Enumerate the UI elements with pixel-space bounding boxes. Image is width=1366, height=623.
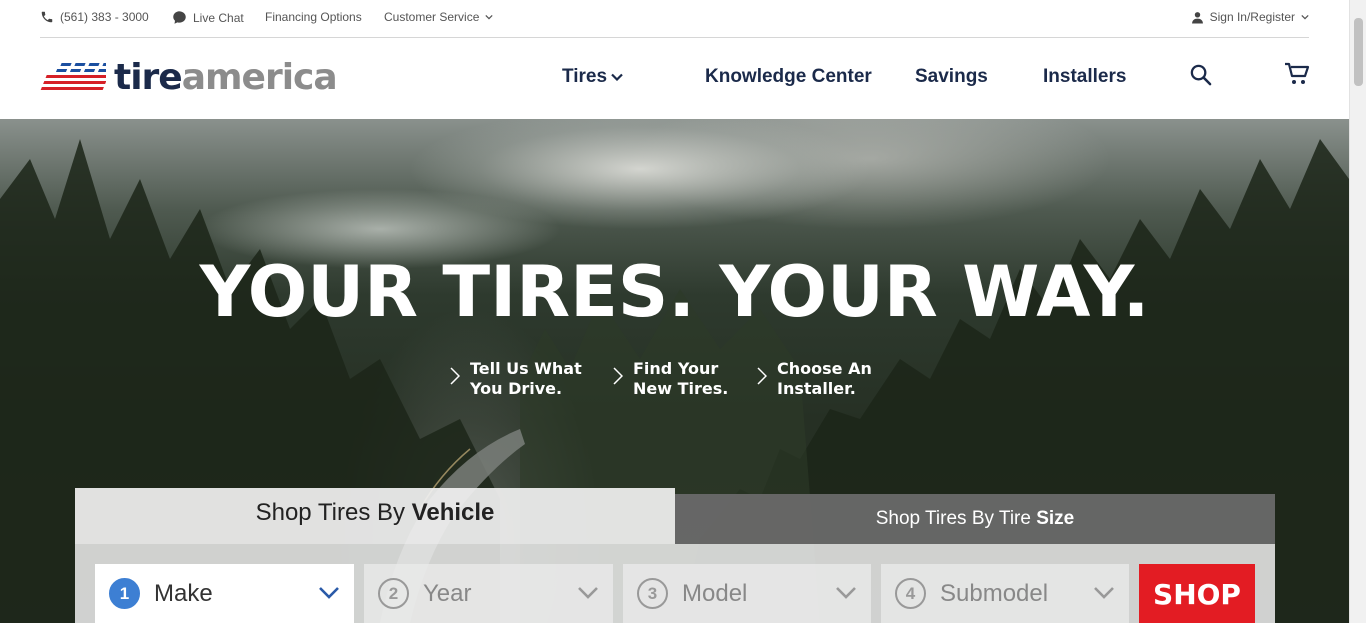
- phone-icon: [41, 11, 53, 23]
- chevron-down-icon: [485, 14, 493, 20]
- vehicle-selector-panel: 1 Make 2 Year 3 Model 4 Submodel SHOP: [75, 544, 1275, 623]
- hero-step-2: Find Your New Tires.: [613, 359, 728, 399]
- nav-tires-label: Tires: [562, 66, 608, 87]
- hero-banner: YOUR TIRES. YOUR WAY. Tell Us What You Dr…: [0, 119, 1349, 623]
- chevron-down-icon: [836, 587, 856, 599]
- step-3-line-2: Installer.: [777, 379, 856, 398]
- sign-in-label: Sign In/Register: [1209, 10, 1295, 24]
- cart-button[interactable]: [1284, 62, 1310, 91]
- step-2-line-1: Find Your: [633, 359, 719, 378]
- live-chat-link[interactable]: Live Chat: [172, 10, 244, 25]
- shop-button[interactable]: SHOP: [1139, 564, 1255, 623]
- chevron-down-icon: [319, 587, 339, 599]
- phone-link[interactable]: (561) 383 - 3000: [40, 10, 149, 24]
- page-scrollbar[interactable]: [1349, 0, 1366, 623]
- tab-vehicle-prefix: Shop Tires By: [255, 499, 405, 526]
- flag-stripes-icon: [40, 63, 106, 90]
- scrollbar-thumb[interactable]: [1354, 18, 1363, 86]
- step-1-line-1: Tell Us What: [470, 359, 582, 378]
- make-label: Make: [154, 579, 213, 607]
- chevron-right-icon: [450, 367, 460, 385]
- chevron-right-icon: [613, 367, 623, 385]
- submodel-label: Submodel: [940, 579, 1049, 607]
- step-number-badge: 3: [637, 578, 668, 609]
- step-number-badge: 4: [895, 578, 926, 609]
- step-1-line-2: You Drive.: [470, 379, 563, 398]
- year-label: Year: [423, 579, 472, 607]
- nav-installers-label: Installers: [1043, 66, 1127, 87]
- nav-savings[interactable]: Savings: [915, 66, 988, 88]
- make-select[interactable]: 1 Make: [95, 564, 354, 623]
- search-icon: [1190, 64, 1212, 86]
- logo-wordmark: tireamerica: [114, 57, 338, 98]
- nav-knowledge-center-label: Knowledge Center: [705, 66, 872, 87]
- customer-service-label: Customer Service: [384, 10, 480, 24]
- hero-headline: YOUR TIRES. YOUR WAY.: [199, 251, 1150, 333]
- phone-number: (561) 383 - 3000: [60, 10, 149, 24]
- nav-savings-label: Savings: [915, 66, 988, 87]
- model-select[interactable]: 3 Model: [623, 564, 871, 623]
- step-2-line-2: New Tires.: [633, 379, 729, 398]
- customer-service-dropdown[interactable]: Customer Service: [384, 10, 493, 24]
- user-icon: [1191, 11, 1203, 23]
- financing-link[interactable]: Financing Options: [265, 10, 362, 24]
- step-number-badge: 2: [378, 578, 409, 609]
- submodel-select[interactable]: 4 Submodel: [881, 564, 1129, 623]
- cart-icon: [1285, 62, 1310, 84]
- nav-knowledge-center[interactable]: Knowledge Center: [705, 66, 872, 88]
- hero-step-3: Choose An Installer.: [757, 359, 872, 399]
- step-3-line-1: Choose An: [777, 359, 872, 378]
- tab-size-bold: Size: [1036, 508, 1075, 529]
- tab-shop-by-size[interactable]: Shop Tires By Tire Size: [675, 494, 1275, 544]
- hero-step-1: Tell Us What You Drive.: [450, 359, 582, 399]
- year-select[interactable]: 2 Year: [364, 564, 613, 623]
- step-number-badge: 1: [109, 578, 140, 609]
- nav-installers[interactable]: Installers: [1043, 66, 1126, 88]
- tab-vehicle-bold: Vehicle: [411, 499, 495, 526]
- financing-label: Financing Options: [265, 10, 362, 24]
- utility-bar: (561) 383 - 3000 Live Chat Financing Opt…: [40, 0, 1309, 38]
- sign-in-dropdown[interactable]: Sign In/Register: [1191, 10, 1309, 24]
- tab-size-prefix: Shop Tires By Tire: [875, 508, 1031, 529]
- chevron-down-icon: [578, 587, 598, 599]
- chevron-right-icon: [757, 367, 767, 385]
- chevron-down-icon: [611, 73, 623, 81]
- chevron-down-icon: [1301, 14, 1309, 20]
- model-label: Model: [682, 579, 748, 607]
- logo-tire-text: tire: [114, 57, 183, 98]
- chat-bubble-icon: [173, 11, 186, 24]
- tab-shop-by-vehicle[interactable]: Shop Tires By Vehicle: [75, 488, 675, 544]
- search-button[interactable]: [1189, 63, 1212, 91]
- tireamerica-logo[interactable]: tireamerica: [40, 57, 338, 98]
- live-chat-label: Live Chat: [193, 10, 244, 25]
- logo-america-text: america: [181, 57, 338, 98]
- chevron-down-icon: [1094, 587, 1114, 599]
- nav-tires[interactable]: Tires: [562, 66, 623, 88]
